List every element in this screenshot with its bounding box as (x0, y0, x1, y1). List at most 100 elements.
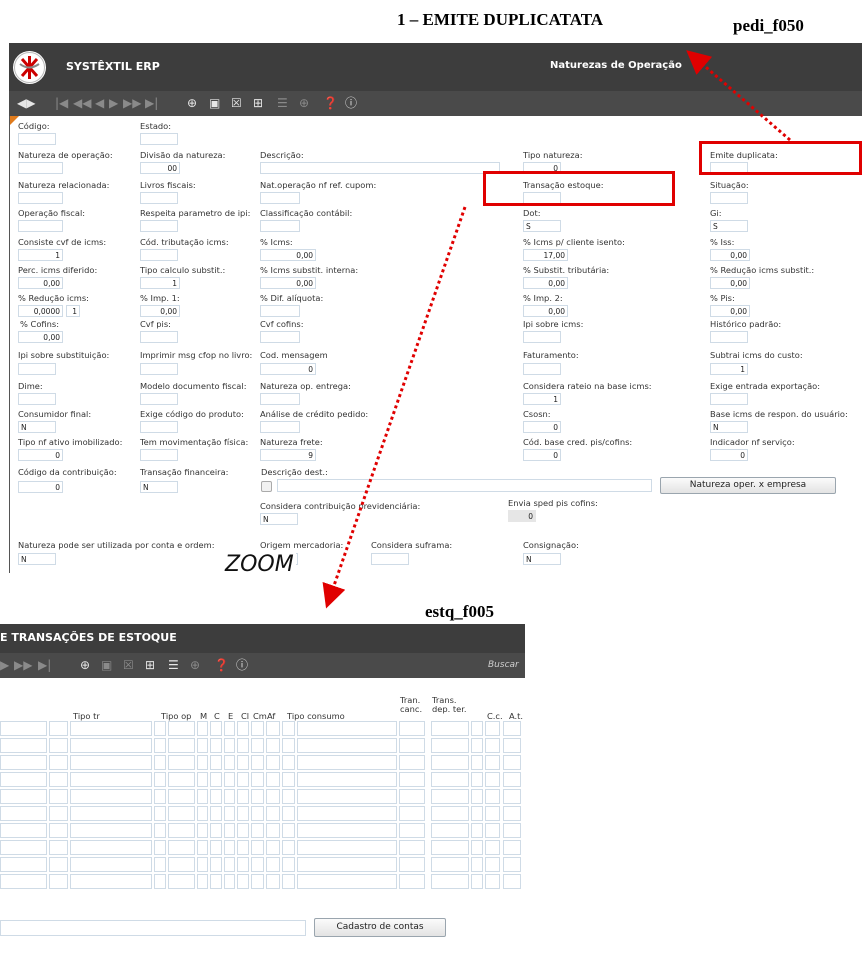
grid-cell-cod2[interactable] (49, 874, 68, 889)
grid-cell-c[interactable] (210, 738, 222, 753)
grid-cell-at[interactable] (503, 823, 521, 838)
grid-cell-tipo-op[interactable] (168, 874, 195, 889)
grid-cell-at[interactable] (503, 772, 521, 787)
grid-cell-cod2[interactable] (49, 772, 68, 787)
grid-cell-c[interactable] (210, 874, 222, 889)
grid-cell-trans-dep[interactable] (431, 755, 469, 770)
grid-cell-cl[interactable] (237, 738, 249, 753)
grid-cell-tipo-op[interactable] (168, 789, 195, 804)
grid-cell-tipo-tr[interactable] (70, 755, 152, 770)
grid-cell-x[interactable] (282, 755, 295, 770)
next-page-icon[interactable]: ▶▶ (14, 658, 32, 672)
grid-cell-tipo-consumo[interactable] (297, 755, 397, 770)
grid-cell-cm[interactable] (251, 857, 264, 872)
grid-cell-tran-canc[interactable] (399, 874, 425, 889)
grid-cell-e[interactable] (224, 874, 235, 889)
grid-cell-at[interactable] (503, 721, 521, 736)
grid-cell-cod[interactable] (0, 857, 47, 872)
grid-cell-tipo-consumo[interactable] (297, 806, 397, 821)
grid-cell-cm[interactable] (251, 823, 264, 838)
grid-cell-af[interactable] (266, 857, 280, 872)
grid-cell-tipo-tr[interactable] (70, 738, 152, 753)
copy-icon[interactable]: ⊞ (145, 658, 155, 672)
grid-cell-tipo-consumo[interactable] (297, 823, 397, 838)
grid-cell-cm[interactable] (251, 738, 264, 753)
grid-cell-tran-canc[interactable] (399, 823, 425, 838)
grid-cell-tran-canc[interactable] (399, 789, 425, 804)
grid-cell-cl[interactable] (237, 772, 249, 787)
grid-cell-m[interactable] (197, 823, 208, 838)
grid-cell-cc[interactable] (485, 789, 500, 804)
grid-cell-tipo-tr[interactable] (70, 874, 152, 889)
grid-cell-x[interactable] (282, 789, 295, 804)
grid-cell-e[interactable] (224, 857, 235, 872)
grid-cell-tipo-op[interactable] (168, 857, 195, 872)
grid-cell-cm[interactable] (251, 840, 264, 855)
grid-cell-t1[interactable] (154, 874, 166, 889)
grid-cell-e[interactable] (224, 755, 235, 770)
new-record-icon[interactable]: ⊕ (80, 658, 90, 672)
grid-cell-m[interactable] (197, 840, 208, 855)
grid-cell-cl[interactable] (237, 840, 249, 855)
grid-cell-cc[interactable] (485, 823, 500, 838)
grid-cell-tipo-op[interactable] (168, 823, 195, 838)
grid-cell-cod2[interactable] (49, 721, 68, 736)
grid-cell-cc[interactable] (485, 874, 500, 889)
grid-cell-at[interactable] (503, 857, 521, 872)
grid-cell-trans-dep[interactable] (431, 857, 469, 872)
grid-cell-cc[interactable] (485, 721, 500, 736)
delete-icon[interactable]: ☒ (123, 658, 134, 672)
grid-cell-x[interactable] (282, 857, 295, 872)
grid-cell-cc[interactable] (485, 806, 500, 821)
grid-cell-t1[interactable] (154, 755, 166, 770)
grid-cell-tipo-op[interactable] (168, 772, 195, 787)
help-icon[interactable]: ❓ (214, 658, 229, 672)
grid-cell-t1[interactable] (154, 823, 166, 838)
grid-cell-cod[interactable] (0, 738, 47, 753)
grid-cell-tran-canc[interactable] (399, 857, 425, 872)
info-icon[interactable]: ⓘ (236, 658, 248, 672)
grid-cell-e[interactable] (224, 840, 235, 855)
buscar-link[interactable]: Buscar (488, 660, 519, 670)
grid-cell-tipo-tr[interactable] (70, 772, 152, 787)
grid-cell-y[interactable] (471, 857, 483, 872)
grid-cell-m[interactable] (197, 721, 208, 736)
grid-cell-e[interactable] (224, 789, 235, 804)
list-icon[interactable]: ☰ (168, 658, 179, 672)
grid-cell-cod2[interactable] (49, 806, 68, 821)
grid-cell-at[interactable] (503, 755, 521, 770)
grid-cell-cl[interactable] (237, 857, 249, 872)
grid-cell-x[interactable] (282, 823, 295, 838)
grid-cell-tipo-consumo[interactable] (297, 840, 397, 855)
grid-cell-cod[interactable] (0, 772, 47, 787)
grid-cell-y[interactable] (471, 806, 483, 821)
grid-cell-tran-canc[interactable] (399, 738, 425, 753)
grid-cell-tipo-op[interactable] (168, 806, 195, 821)
grid-cell-at[interactable] (503, 840, 521, 855)
grid-cell-cod[interactable] (0, 789, 47, 804)
grid-cell-tran-canc[interactable] (399, 806, 425, 821)
grid-cell-y[interactable] (471, 874, 483, 889)
grid-cell-t1[interactable] (154, 772, 166, 787)
grid-cell-tipo-tr[interactable] (70, 789, 152, 804)
grid-cell-t1[interactable] (154, 806, 166, 821)
grid-cell-trans-dep[interactable] (431, 823, 469, 838)
grid-cell-at[interactable] (503, 738, 521, 753)
grid-cell-m[interactable] (197, 874, 208, 889)
grid-cell-tipo-tr[interactable] (70, 840, 152, 855)
grid-cell-trans-dep[interactable] (431, 772, 469, 787)
grid-cell-e[interactable] (224, 823, 235, 838)
grid-cell-cod2[interactable] (49, 738, 68, 753)
grid-cell-tran-canc[interactable] (399, 840, 425, 855)
grid-cell-x[interactable] (282, 772, 295, 787)
grid-cell-tipo-consumo[interactable] (297, 738, 397, 753)
grid-cell-cm[interactable] (251, 874, 264, 889)
grid-cell-cl[interactable] (237, 806, 249, 821)
grid-cell-af[interactable] (266, 823, 280, 838)
grid-cell-e[interactable] (224, 806, 235, 821)
grid-cell-t1[interactable] (154, 721, 166, 736)
grid-cell-cod[interactable] (0, 755, 47, 770)
grid-cell-t1[interactable] (154, 857, 166, 872)
grid-cell-c[interactable] (210, 755, 222, 770)
grid-cell-tipo-consumo[interactable] (297, 789, 397, 804)
